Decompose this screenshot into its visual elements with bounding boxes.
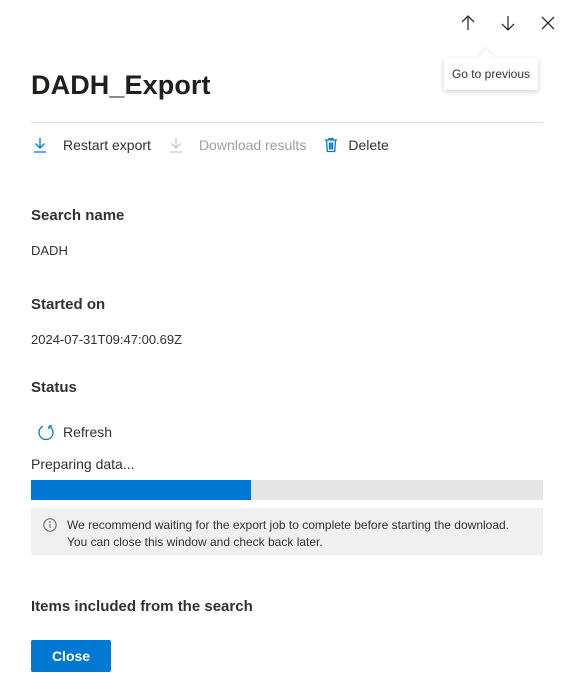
trash-icon xyxy=(322,136,340,154)
refresh-button[interactable]: Refresh xyxy=(37,423,112,441)
refresh-icon xyxy=(38,425,54,441)
delete-label: Delete xyxy=(348,137,389,153)
close-button[interactable]: Close xyxy=(31,640,111,672)
tooltip-text: Go to previous xyxy=(451,67,531,81)
arrow-down-icon xyxy=(501,16,515,31)
previous-item-button[interactable] xyxy=(448,8,488,38)
status-text: Preparing data... xyxy=(31,456,135,472)
download-icon xyxy=(167,136,185,154)
close-icon xyxy=(541,16,555,30)
info-line-1: We recommend waiting for the export job … xyxy=(67,518,510,532)
delete-button[interactable]: Delete xyxy=(322,136,389,154)
download-results-button[interactable]: Download results xyxy=(167,136,306,154)
info-icon xyxy=(43,518,57,532)
status-label: Status xyxy=(31,379,77,396)
info-message: We recommend waiting for the export job … xyxy=(31,508,543,555)
started-on-value: 2024-07-31T09:47:00.69Z xyxy=(31,332,183,347)
divider xyxy=(31,122,543,123)
close-panel-button[interactable] xyxy=(528,8,568,38)
items-included-label: Items included from the search xyxy=(31,598,253,615)
refresh-label: Refresh xyxy=(63,424,113,440)
info-line-2: You can close this window and check back… xyxy=(67,535,323,549)
tooltip-go-to-previous: Go to previous xyxy=(444,58,538,90)
info-text: We recommend waiting for the export job … xyxy=(67,517,509,555)
started-on-label: Started on xyxy=(31,296,106,313)
panel-navigation xyxy=(448,8,568,38)
arrow-up-icon xyxy=(461,15,475,30)
progress-fill xyxy=(31,480,252,500)
export-progress-bar xyxy=(31,480,543,500)
download-arrow-icon xyxy=(31,136,49,154)
restart-export-button[interactable]: Restart export xyxy=(31,136,151,154)
page-title: DADH_Export xyxy=(31,70,211,100)
search-name-value: DADH xyxy=(31,243,68,258)
download-results-label: Download results xyxy=(198,137,307,153)
search-name-label: Search name xyxy=(31,207,125,224)
restart-export-label: Restart export xyxy=(63,137,151,153)
toolbar: Restart export Download results Delete xyxy=(31,134,405,156)
next-item-button[interactable] xyxy=(488,8,528,38)
